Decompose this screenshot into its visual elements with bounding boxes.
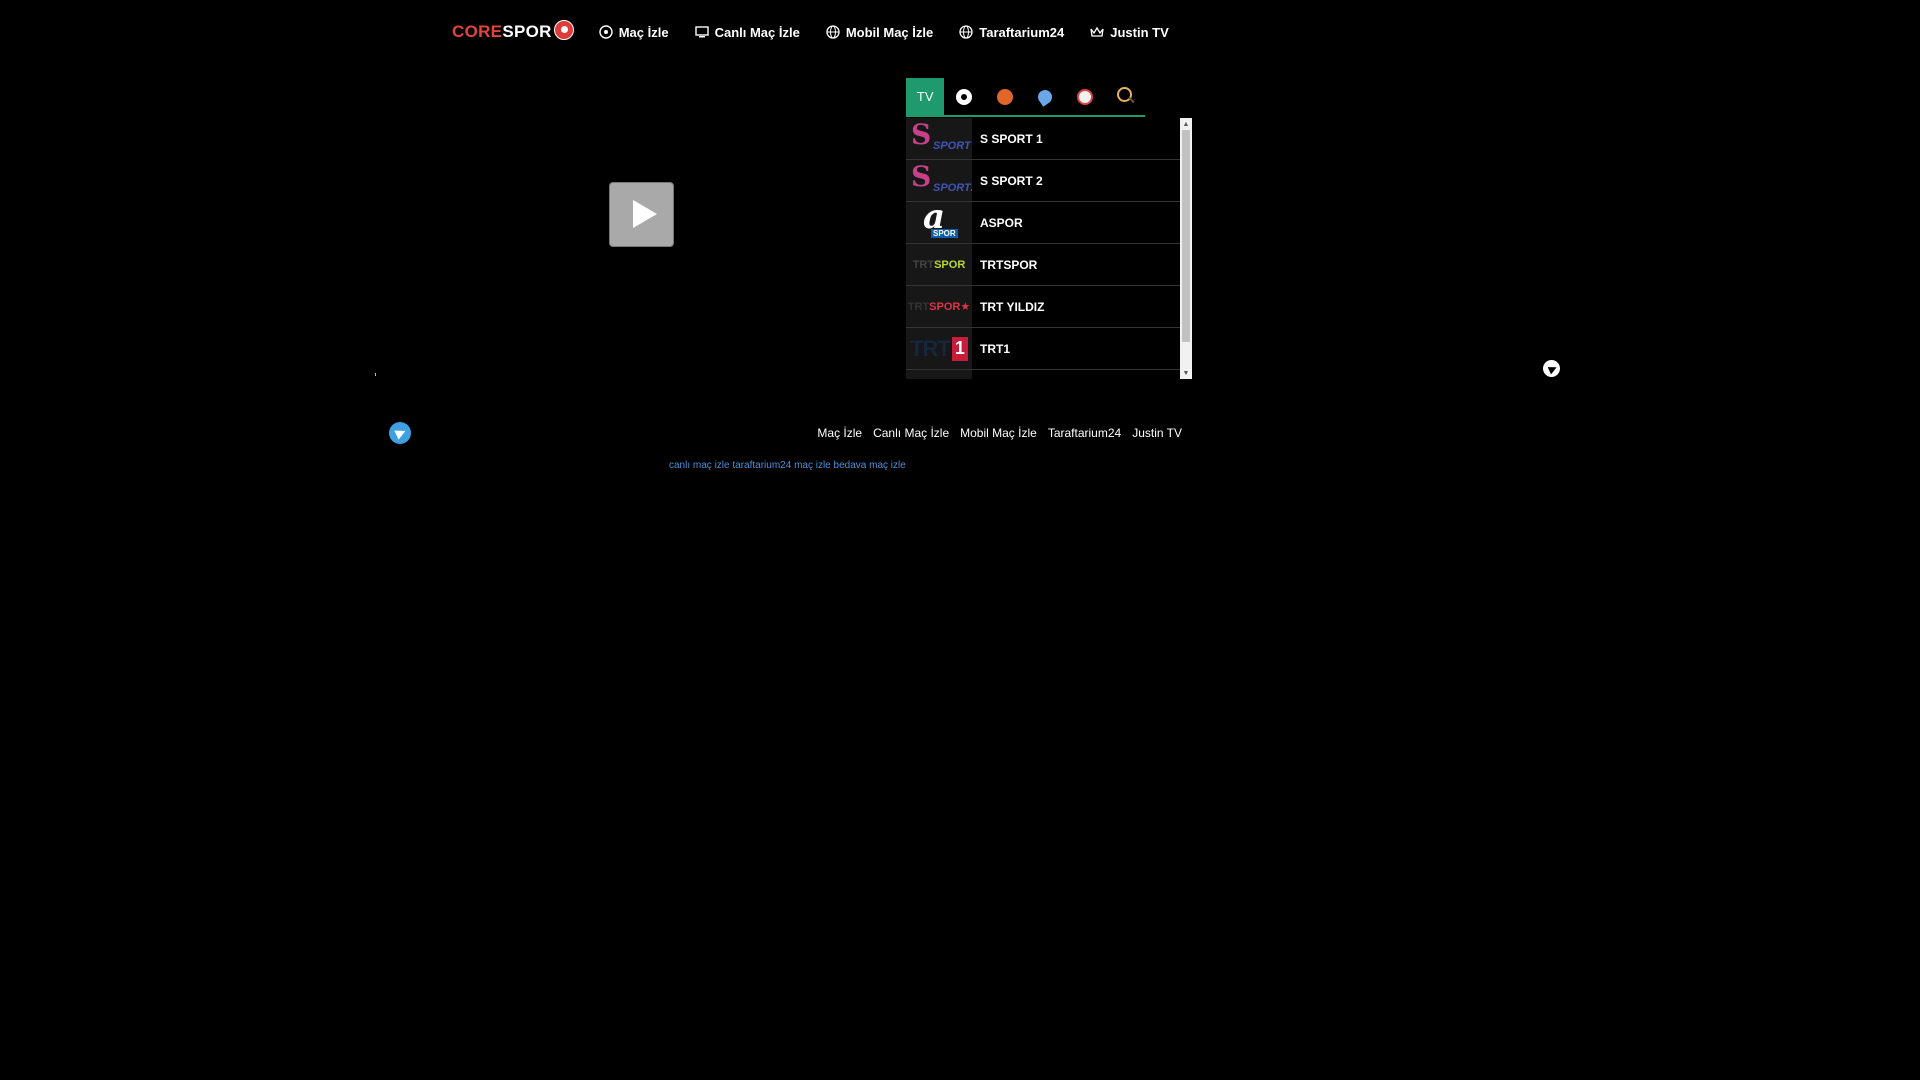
site-logo[interactable]: CORE SPOR — [452, 20, 574, 42]
nav-item-label: Taraftarium24 — [979, 24, 1065, 40]
tag-link[interactable]: canlı maç izle — [669, 460, 730, 471]
footer-link-mobil-mac-izle[interactable]: Mobil Maç İzle — [960, 426, 1037, 440]
channel-panel: TV SSPORT S SPORT 1 SSPORT2 S SPORT 2 — [906, 78, 1193, 379]
nav-item-canli-mac-izle[interactable]: Canlı Maç İzle — [694, 24, 800, 40]
channel-logo: SSPORT2 — [906, 160, 972, 201]
nav-item-label: Justin TV — [1110, 24, 1169, 40]
footer-link-mac-izle[interactable]: Maç İzle — [817, 426, 862, 440]
footer-link-canli-mac-izle[interactable]: Canlı Maç İzle — [873, 426, 949, 440]
channel-item-s-sport-2[interactable]: SSPORT2 S SPORT 2 — [906, 160, 1180, 202]
telegram-icon[interactable] — [1543, 360, 1560, 377]
channel-name: S SPORT 1 — [980, 131, 1043, 146]
channel-item-trtspor[interactable]: TRTSPOR TRTSPOR — [906, 244, 1180, 286]
channel-logo — [906, 370, 972, 379]
header: CORE SPOR Maç İzle Canlı Maç İzle Mobil … — [452, 18, 1169, 46]
channel-item-trt1[interactable]: TRT 1 TRT1 — [906, 328, 1180, 370]
tab-search[interactable] — [1105, 78, 1145, 115]
category-tabs: TV — [906, 78, 1145, 117]
channel-logo: TRT 1 — [906, 328, 972, 369]
globe-icon — [959, 25, 973, 39]
football-logo-icon — [553, 20, 574, 40]
channel-list-container[interactable]: SSPORT S SPORT 1 SSPORT2 S SPORT 2 aSPOR… — [906, 118, 1193, 379]
player-progress-marker — [375, 373, 376, 376]
channel-logo-mark: S — [911, 118, 932, 151]
channel-name: S SPORT 2 — [980, 173, 1043, 188]
nav-item-mac-izle[interactable]: Maç İzle — [599, 25, 669, 40]
football-icon — [956, 88, 973, 105]
tag-link[interactable]: maç izle — [794, 460, 831, 471]
tab-basketball[interactable] — [985, 78, 1025, 115]
scrollbar-thumb[interactable] — [1182, 130, 1190, 342]
play-icon[interactable] — [610, 183, 673, 246]
footer-nav: Maç İzle Canlı Maç İzle Mobil Maç İzle T… — [817, 426, 1182, 440]
tag-link[interactable]: taraftarium24 — [732, 460, 791, 471]
channel-logo: S SPORT — [906, 118, 972, 159]
tab-tv-label: TV — [916, 89, 934, 104]
nav-item-label: Maç İzle — [618, 24, 669, 40]
channel-logo-mark: TRT — [912, 258, 935, 271]
baseball-icon — [1076, 88, 1093, 105]
channel-logo: TRTSPOR — [906, 244, 972, 285]
channel-logo-text: SPOR — [931, 228, 958, 238]
tab-baseball[interactable] — [1065, 78, 1105, 115]
nav-item-taraftarium24[interactable]: Taraftarium24 — [959, 25, 1064, 40]
channel-list: SSPORT S SPORT 1 SSPORT2 S SPORT 2 aSPOR… — [906, 118, 1180, 379]
channel-logo-mark: TRT — [907, 301, 930, 313]
tag-link[interactable]: bedava maç izle — [834, 460, 906, 471]
channel-logo-mark: TRT — [910, 335, 951, 361]
scroll-up-arrow-icon[interactable]: ▲ — [1180, 118, 1192, 130]
tab-tennis[interactable] — [1025, 78, 1065, 115]
channel-logo-mark: S — [911, 160, 932, 193]
nav-item-label: Mobil Maç İzle — [845, 24, 934, 40]
tab-football[interactable] — [944, 78, 984, 115]
channel-name: TRT1 — [980, 341, 1010, 356]
nav-item-mobil-mac-izle[interactable]: Mobil Maç İzle — [826, 25, 933, 40]
tab-tv[interactable]: TV — [906, 78, 945, 115]
footer-tag-links: canlı maç izle taraftarium24 maç izle be… — [669, 460, 906, 471]
logo-text-spor: SPOR — [502, 22, 552, 41]
channel-item-trt-yildiz[interactable]: TRTSPOR★ TRT YILDIZ — [906, 286, 1180, 328]
footer-link-taraftarium24[interactable]: Taraftarium24 — [1048, 426, 1121, 440]
scroll-down-arrow-icon[interactable]: ▼ — [1180, 367, 1192, 379]
logo-text-core: CORE — [452, 22, 503, 41]
channel-logo-text: SPOR★ — [929, 301, 971, 313]
channel-logo: TRTSPOR★ — [906, 286, 972, 327]
channel-list-scrollbar[interactable]: ▲ ▼ — [1180, 118, 1192, 379]
crown-icon — [1090, 25, 1104, 39]
main-nav: Maç İzle Canlı Maç İzle Mobil Maç İzle T… — [599, 25, 1169, 40]
channel-logo-text: SPOR — [934, 258, 966, 271]
channel-name: ASPOR — [980, 215, 1023, 230]
footer-link-justin-tv[interactable]: Justin TV — [1132, 426, 1182, 440]
channel-name: TRT YILDIZ — [980, 299, 1045, 314]
basketball-icon — [996, 88, 1013, 105]
nav-item-justin-tv[interactable]: Justin TV — [1090, 25, 1169, 40]
channel-logo-text: SPORT — [933, 139, 971, 152]
telegram-footer-icon[interactable] — [389, 422, 411, 444]
channel-logo: a SPOR — [906, 202, 972, 243]
search-icon — [1117, 87, 1133, 102]
football-icon — [599, 25, 613, 39]
globe-icon — [826, 25, 840, 39]
tennis-icon — [1034, 86, 1055, 107]
nav-item-label: Canlı Maç İzle — [714, 24, 800, 40]
channel-logo-text: 1 — [951, 336, 968, 361]
tv-screen-icon — [694, 25, 709, 39]
channel-item-partial[interactable] — [906, 370, 1180, 379]
channel-item-s-sport-1[interactable]: S SPORT S SPORT 1 — [906, 118, 1180, 160]
channel-name: TRTSPOR — [980, 257, 1038, 272]
channel-logo-text: SPORT2 — [933, 181, 972, 194]
video-player[interactable] — [374, 78, 908, 376]
channel-item-aspor[interactable]: a SPOR ASPOR — [906, 202, 1180, 244]
